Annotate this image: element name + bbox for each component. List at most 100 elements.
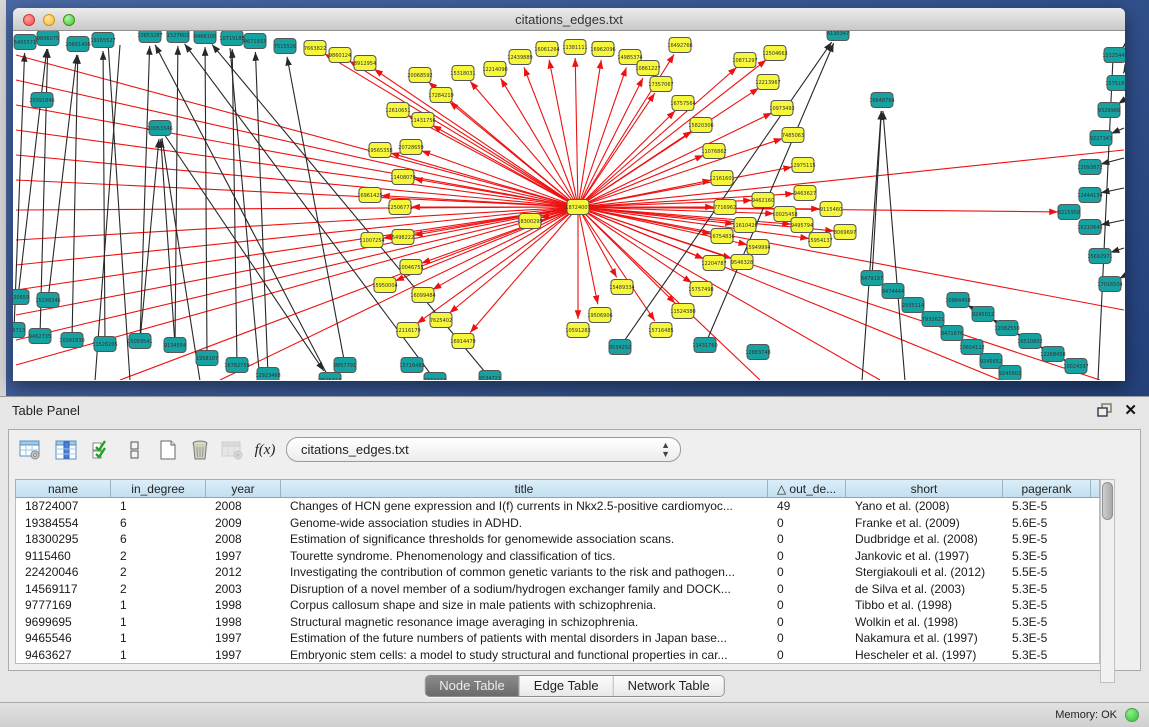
function-builder-icon[interactable]: f(x): [252, 437, 278, 463]
graph-node[interactable]: 16754836: [709, 229, 734, 244]
graph-node[interactable]: 12093872: [1077, 160, 1102, 175]
graph-node[interactable]: 16961425: [357, 188, 382, 203]
table-row[interactable]: 1872400712008Changes of HCN gene express…: [16, 498, 1099, 515]
graph-node[interactable]: 9115460: [820, 202, 842, 217]
graph-node[interactable]: 7932621: [922, 312, 944, 327]
graph-node[interactable]: 16648784: [869, 93, 894, 108]
graph-node[interactable]: 10653287: [137, 31, 162, 43]
graph-node[interactable]: 15716483: [399, 358, 424, 373]
graph-node[interactable]: 15751874: [1105, 76, 1125, 91]
graph-node[interactable]: 9546328: [731, 255, 753, 270]
graph-node[interactable]: 15757498: [688, 282, 713, 297]
graph-node[interactable]: 10654112: [959, 340, 984, 355]
graph-node[interactable]: 8895713: [13, 323, 25, 338]
network-nodes[interactable]: 1872400716914479762540216099484100467555…: [13, 31, 1125, 380]
graph-node[interactable]: 11524380: [670, 304, 695, 319]
table-row[interactable]: 1456911722003Disruption of a novel membe…: [16, 581, 1099, 598]
graph-node[interactable]: 12161601: [709, 171, 734, 186]
column-header-title[interactable]: title: [281, 480, 768, 497]
float-panel-icon[interactable]: [1097, 403, 1113, 417]
graph-node[interactable]: 20391846: [29, 93, 54, 108]
new-table-icon[interactable]: [155, 437, 181, 463]
graph-node[interactable]: 11431760: [692, 338, 717, 353]
table-row[interactable]: 911546021997Tourette syndrome. Phenomeno…: [16, 548, 1099, 565]
graph-node[interactable]: 9534721: [479, 371, 501, 381]
graph-node[interactable]: 9474444: [882, 284, 904, 299]
graph-node[interactable]: 9329966: [1098, 103, 1120, 118]
graph-node[interactable]: 16061264: [534, 42, 559, 57]
graph-node[interactable]: 9245602: [999, 366, 1021, 381]
graph-node[interactable]: 9495794: [791, 218, 813, 233]
graph-node[interactable]: 15489334: [609, 280, 634, 295]
graph-node[interactable]: 17284219: [428, 88, 453, 103]
graph-node[interactable]: 12975115: [790, 158, 815, 173]
graph-node[interactable]: 6466100: [194, 31, 216, 44]
network-graph[interactable]: 1872400716914479762540216099484100467555…: [13, 31, 1125, 380]
column-header-out_de[interactable]: △ out_de...: [768, 480, 846, 497]
delete-rows-icon[interactable]: [187, 437, 213, 463]
graph-node[interactable]: 16757564: [670, 96, 695, 111]
graph-node[interactable]: 10871297: [732, 53, 757, 68]
graph-node[interactable]: 10861227: [635, 61, 660, 76]
graph-node[interactable]: 10719185: [219, 31, 244, 46]
column-header-year[interactable]: year: [206, 480, 281, 497]
graph-node[interactable]: 7485063: [782, 128, 804, 143]
graph-node[interactable]: 9860124: [329, 48, 351, 63]
graph-node[interactable]: 12082550: [994, 321, 1019, 336]
row-select-icon[interactable]: [89, 437, 115, 463]
graph-node[interactable]: 9857791: [334, 358, 356, 373]
graph-node[interactable]: 9245012: [972, 307, 994, 322]
column-select-icon[interactable]: [53, 437, 79, 463]
network-canvas[interactable]: 1872400716914479762540216099484100467555…: [13, 31, 1125, 380]
column-header-in_degree[interactable]: in_degree: [111, 480, 206, 497]
graph-node[interactable]: 2935114: [902, 298, 924, 313]
graph-node[interactable]: 20728659: [398, 140, 423, 155]
table-settings-icon[interactable]: [17, 437, 43, 463]
table-row[interactable]: 969969511998Structural magnetic resonanc…: [16, 614, 1099, 631]
graph-node[interactable]: 11431756: [410, 113, 435, 128]
graph-node[interactable]: 8912954: [354, 56, 376, 71]
graph-node[interactable]: 16914479: [450, 334, 475, 349]
tab-edge-table[interactable]: Edge Table: [520, 676, 614, 696]
graph-node[interactable]: 6479197: [861, 271, 883, 286]
graph-node[interactable]: 19565358: [367, 143, 392, 158]
graph-node[interactable]: 7625402: [430, 313, 452, 328]
graph-node[interactable]: 5405571: [14, 35, 36, 50]
graph-node[interactable]: 11526205: [92, 337, 117, 352]
graph-node[interactable]: 8130347: [827, 31, 849, 41]
row-height-icon[interactable]: [122, 437, 148, 463]
graph-node[interactable]: 8069697: [834, 225, 856, 240]
graph-node[interactable]: 1958107: [196, 351, 218, 366]
graph-node[interactable]: 10984458: [945, 293, 970, 308]
graph-node[interactable]: 11381111: [562, 40, 587, 55]
graph-node[interactable]: 12444134: [1077, 188, 1102, 203]
graph-node[interactable]: 7716962: [714, 200, 736, 215]
graph-node[interactable]: 10024337: [1063, 359, 1088, 374]
graph-node[interactable]: 4671933: [244, 34, 266, 49]
graph-node[interactable]: 12268458: [1040, 347, 1065, 362]
graph-node[interactable]: 15954137: [807, 233, 832, 248]
graph-node[interactable]: 9534292: [609, 340, 631, 355]
graph-node[interactable]: 16782759: [224, 358, 249, 373]
graph-node[interactable]: 15949994: [745, 240, 770, 255]
graph-node[interactable]: 19165527: [90, 33, 115, 48]
graph-node[interactable]: 11007254: [359, 233, 384, 248]
graph-node[interactable]: 20053346: [147, 121, 172, 136]
graph-node[interactable]: 9806075: [37, 31, 59, 46]
tab-network-table[interactable]: Network Table: [614, 676, 724, 696]
graph-node[interactable]: 10973493: [769, 101, 794, 116]
graph-node[interactable]: 1527602: [167, 31, 189, 43]
graph-node[interactable]: 15692971: [1087, 249, 1112, 264]
graph-node[interactable]: 12439889: [507, 50, 532, 65]
graph-node[interactable]: 12883748: [745, 345, 770, 360]
graph-node[interactable]: 9463627: [794, 186, 816, 201]
graph-node[interactable]: 16510802: [1017, 334, 1042, 349]
graph-node[interactable]: 11408079: [390, 170, 415, 185]
graph-node[interactable]: 19506906: [587, 308, 612, 323]
table-row[interactable]: 2242004622012Investigating the contribut…: [16, 564, 1099, 581]
graph-node[interactable]: 12923468: [255, 368, 280, 381]
graph-node[interactable]: 15820306: [688, 118, 713, 133]
graph-node[interactable]: 15716485: [648, 323, 673, 338]
column-header-short[interactable]: short: [846, 480, 1003, 497]
graph-node[interactable]: 9134554: [164, 338, 186, 353]
